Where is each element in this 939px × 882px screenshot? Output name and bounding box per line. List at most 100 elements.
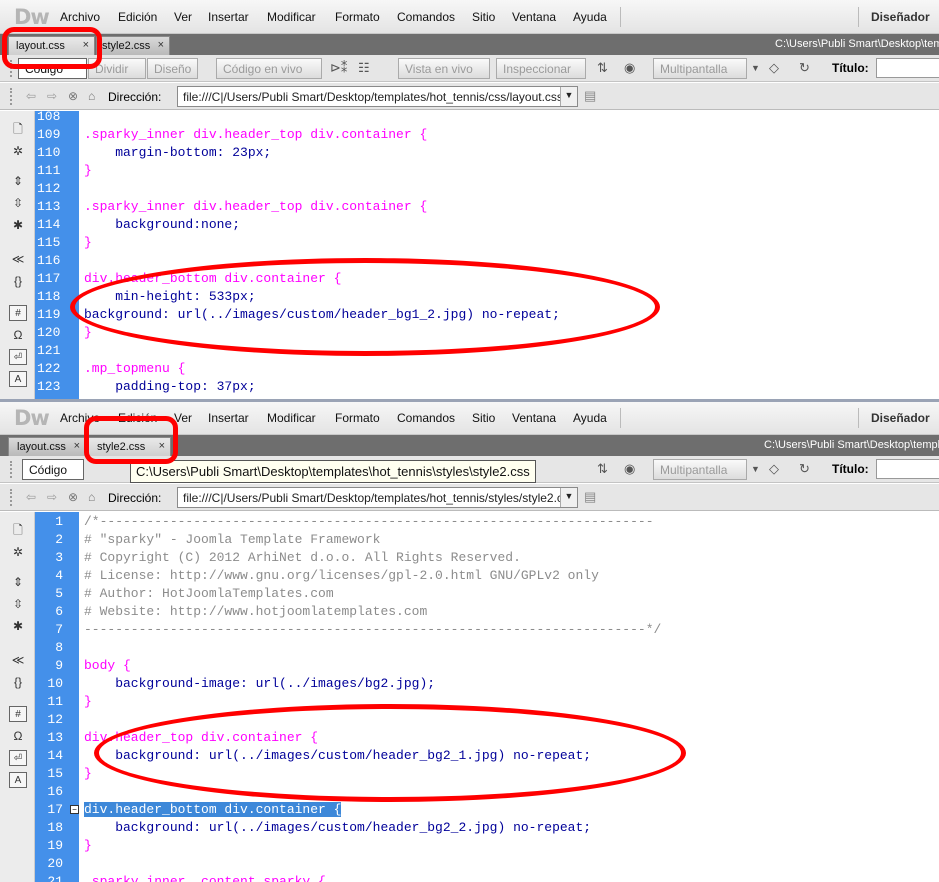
code-line[interactable]: }: [84, 837, 92, 855]
collapse-icon[interactable]: ⇳: [9, 195, 27, 211]
code-view-button[interactable]: Código: [18, 58, 87, 79]
address-input[interactable]: file:///C|/Users/Publi Smart/Desktop/tem…: [177, 86, 578, 107]
tab-style2-css[interactable]: style2.css ×: [87, 437, 171, 456]
collapse-icon[interactable]: ⇳: [9, 596, 27, 612]
close-icon[interactable]: ×: [83, 39, 89, 51]
menu-modificar[interactable]: Modificar: [267, 10, 316, 24]
asterisk-icon[interactable]: ✱: [9, 217, 27, 233]
code-line[interactable]: # "sparky" - Joomla Template Framework: [84, 531, 380, 549]
live-view-button[interactable]: Vista en vivo: [398, 58, 490, 79]
tab-layout-css[interactable]: layout.css ×: [8, 437, 86, 456]
code-line[interactable]: background: url(../images/custom/header_…: [84, 747, 591, 765]
code-line[interactable]: .sparky_inner div.header_top div.contain…: [84, 126, 427, 144]
globe-icon[interactable]: ◉: [624, 60, 635, 76]
live-code-button[interactable]: Código en vivo: [216, 58, 322, 79]
home-icon[interactable]: ⌂: [88, 89, 95, 103]
tab-layout-css[interactable]: layout.css ×: [8, 36, 95, 55]
code-area[interactable]: /*--------------------------------------…: [84, 512, 939, 882]
menu-comandos[interactable]: Comandos: [397, 10, 455, 24]
code-line[interactable]: div.header_bottom div.container {: [84, 270, 341, 288]
page-options-icon[interactable]: ▤: [584, 489, 596, 505]
back-icon[interactable]: ⇦: [26, 89, 36, 103]
menu-formato[interactable]: Formato: [335, 411, 380, 425]
forward-icon[interactable]: ⇨: [47, 89, 57, 103]
multiscreen-icon[interactable]: ☷: [358, 60, 370, 76]
fold-toggle-icon[interactable]: −: [70, 805, 79, 814]
close-icon[interactable]: ×: [158, 39, 164, 51]
tab-style2-css[interactable]: style2.css ×: [96, 36, 170, 55]
code-line[interactable]: # Author: HotJoomlaTemplates.com: [84, 585, 334, 603]
code-line[interactable]: body {: [84, 657, 131, 675]
braces-icon[interactable]: {}: [9, 273, 27, 289]
code-line[interactable]: # Copyright (C) 2012 ArhiNet d.o.o. All …: [84, 549, 521, 567]
menu-ver[interactable]: Ver: [174, 10, 192, 24]
code-line[interactable]: /*--------------------------------------…: [84, 513, 654, 531]
code-line[interactable]: }: [84, 324, 92, 342]
menu-ventana[interactable]: Ventana: [512, 10, 556, 24]
code-line[interactable]: # Website: http://www.hotjoomlatemplates…: [84, 603, 427, 621]
select-parent-icon[interactable]: ≪: [9, 652, 27, 668]
expand-icon[interactable]: ⇕: [9, 173, 27, 189]
workspace-switcher[interactable]: Diseñador: [871, 411, 930, 425]
inspect-icon[interactable]: ⊳⁑: [330, 60, 347, 76]
asterisk-icon[interactable]: ✱: [9, 618, 27, 634]
menu-ayuda[interactable]: Ayuda: [573, 411, 607, 425]
menu-archivo[interactable]: Archivo: [60, 10, 100, 24]
stop-icon[interactable]: ⊗: [68, 89, 78, 103]
home-icon[interactable]: ⌂: [88, 490, 95, 504]
code-line[interactable]: margin-bottom: 23px;: [84, 144, 271, 162]
chevron-down-icon[interactable]: ▼: [751, 63, 760, 73]
select-parent-icon[interactable]: ≪: [9, 251, 27, 267]
chevron-down-icon[interactable]: ▼: [751, 464, 760, 474]
braces-icon[interactable]: {}: [9, 674, 27, 690]
menu-edicion[interactable]: Edición: [118, 411, 157, 425]
multiscreen-button[interactable]: Multipantalla: [653, 459, 747, 480]
syntax-icon[interactable]: A: [9, 371, 27, 387]
menu-archivo[interactable]: Archivo: [60, 411, 100, 425]
browser-icon[interactable]: ◇: [769, 60, 779, 76]
line-numbers-icon[interactable]: #: [9, 305, 27, 321]
code-editor[interactable]: 🗋 ✲ ⇕ ⇳ ✱ ≪ {} # Ω ⏎ A 108 109 110 111 112 113 114 115 116…: [0, 109, 939, 401]
menu-ayuda[interactable]: Ayuda: [573, 10, 607, 24]
code-line[interactable]: background: url(../images/custom/header_…: [84, 819, 591, 837]
star-icon[interactable]: ✲: [9, 143, 27, 159]
wrap-icon[interactable]: ⏎: [9, 750, 27, 766]
design-view-button[interactable]: Diseño: [147, 58, 198, 79]
refresh-icon[interactable]: ⇅: [597, 60, 608, 76]
expand-icon[interactable]: ⇕: [9, 574, 27, 590]
code-line[interactable]: .sparky_inner div.header_top div.contain…: [84, 198, 427, 216]
title-input[interactable]: [876, 58, 939, 78]
highlight-icon[interactable]: Ω: [9, 728, 27, 744]
refresh-icon[interactable]: ↻: [799, 60, 810, 76]
code-line[interactable]: background: url(../images/custom/header_…: [84, 306, 560, 324]
menu-ventana[interactable]: Ventana: [512, 411, 556, 425]
code-view-button[interactable]: Código: [22, 459, 84, 480]
chevron-down-icon[interactable]: ▼: [560, 87, 577, 106]
back-icon[interactable]: ⇦: [26, 490, 36, 504]
code-line[interactable]: .mp_topmenu {: [84, 360, 185, 378]
code-area[interactable]: .sparky_inner div.header_top div.contain…: [84, 111, 939, 401]
inspect-button[interactable]: Inspeccionar: [496, 58, 586, 79]
address-input[interactable]: file:///C|/Users/Publi Smart/Desktop/tem…: [177, 487, 578, 508]
refresh-icon[interactable]: ⇅: [597, 461, 608, 477]
code-line[interactable]: .sparky_inner .content_sparky {: [84, 873, 326, 882]
workspace-switcher[interactable]: Diseñador: [871, 10, 930, 24]
code-line[interactable]: }: [84, 234, 92, 252]
stop-icon[interactable]: ⊗: [68, 490, 78, 504]
forward-icon[interactable]: ⇨: [47, 490, 57, 504]
globe-icon[interactable]: ◉: [624, 461, 635, 477]
close-icon[interactable]: ×: [159, 440, 165, 452]
code-line[interactable]: min-height: 533px;: [84, 288, 255, 306]
code-line[interactable]: div.header_bottom div.container {: [84, 801, 342, 819]
menu-ver[interactable]: Ver: [174, 411, 192, 425]
menu-insertar[interactable]: Insertar: [208, 10, 249, 24]
split-view-button[interactable]: Dividir: [88, 58, 146, 79]
refresh-icon[interactable]: ↻: [799, 461, 810, 477]
code-line[interactable]: background:none;: [84, 216, 240, 234]
menu-modificar[interactable]: Modificar: [267, 411, 316, 425]
close-icon[interactable]: ×: [74, 440, 80, 452]
code-line[interactable]: background-image: url(../images/bg2.jpg)…: [84, 675, 435, 693]
menu-comandos[interactable]: Comandos: [397, 411, 455, 425]
wrap-icon[interactable]: ⏎: [9, 349, 27, 365]
menu-formato[interactable]: Formato: [335, 10, 380, 24]
